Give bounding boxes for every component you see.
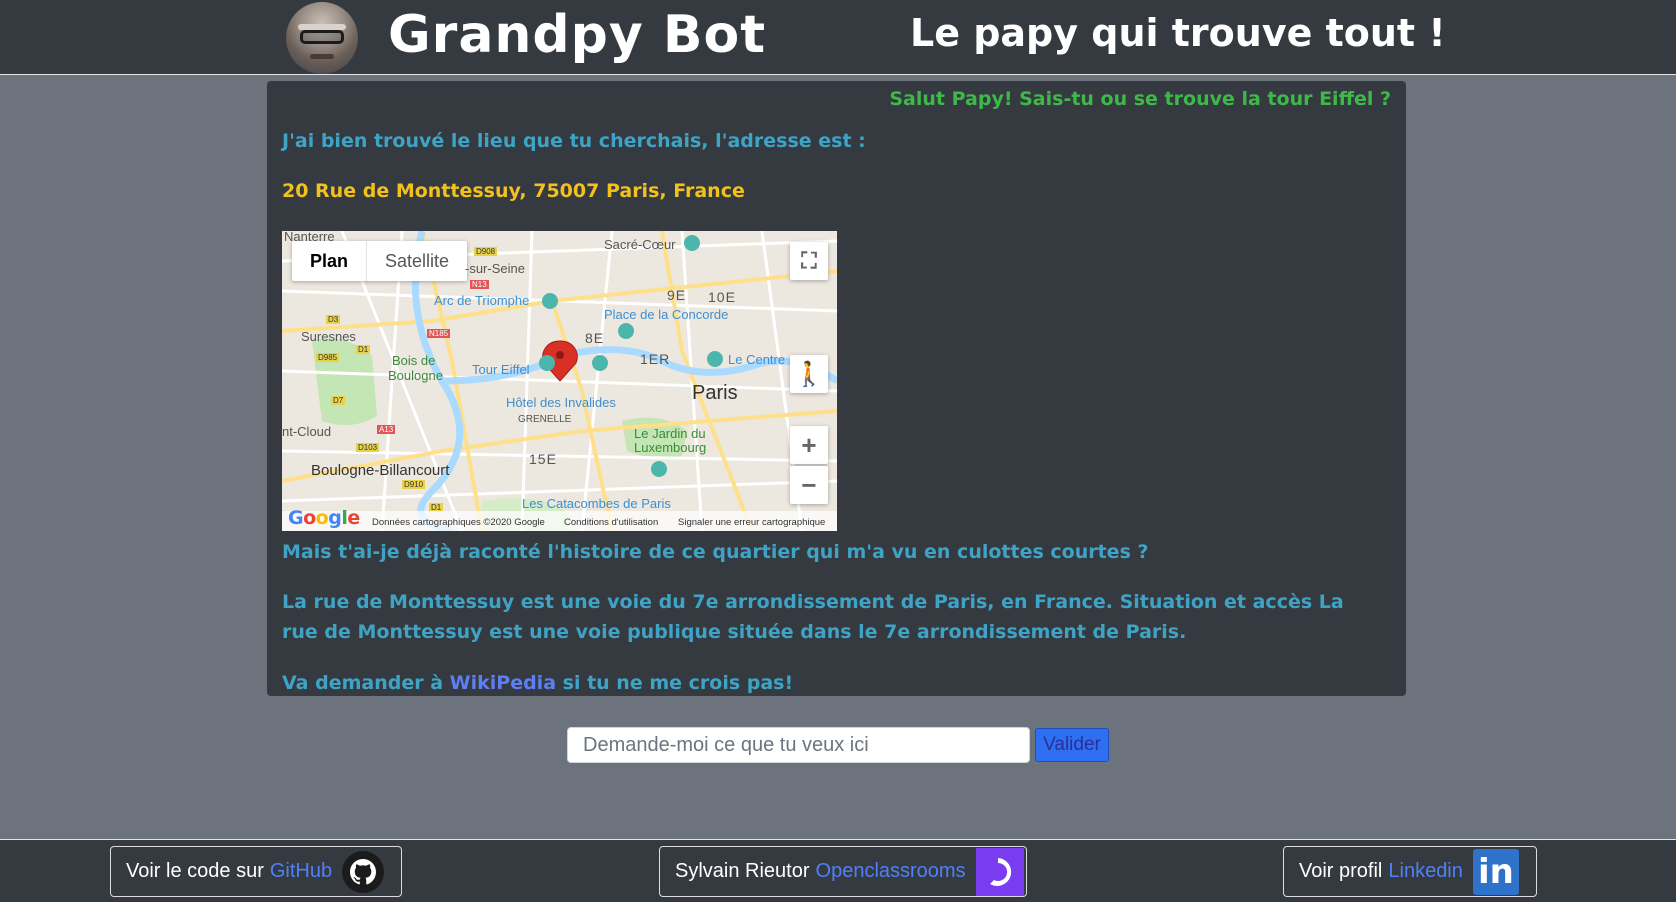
avatar-glasses <box>300 30 344 44</box>
map-label-arr-10: 10E <box>708 289 736 305</box>
map-label-arr-1: 1ER <box>640 351 671 367</box>
app-title: Grandpy Bot <box>388 5 767 65</box>
map-type-tabs: Plan Satellite <box>292 241 468 281</box>
openclassrooms-icon[interactable] <box>975 847 1024 896</box>
map-widget[interactable]: Plan Satellite ⛶ 🚶 + − Nanterre -sur-Sei… <box>282 231 837 531</box>
map-label-grenelle: GRENELLE <box>518 414 572 425</box>
map-label-invalides: Hôtel des Invalides <box>506 395 616 410</box>
road-shield-d3: D3 <box>326 315 341 324</box>
app-subtitle: Le papy qui trouve tout ! <box>910 11 1446 55</box>
map-report-link[interactable]: Signaler une erreur cartographique <box>678 517 825 528</box>
bot-address: 20 Rue de Monttessuy, 75007 Paris, Franc… <box>282 180 745 202</box>
road-shield-d7: D7 <box>331 396 346 405</box>
google-logo: Google <box>288 507 360 529</box>
map-label-catacombes: Les Catacombes de Paris <box>522 496 671 511</box>
map-label-bois: Bois de <box>392 353 436 368</box>
street-view-icon[interactable]: 🚶 <box>790 355 828 393</box>
github-icon[interactable] <box>342 850 385 893</box>
map-terms-link[interactable]: Conditions d'utilisation <box>564 517 658 528</box>
github-card[interactable]: Voir le code sur GitHub <box>110 846 402 897</box>
map-label-boulogne-bois: Boulogne <box>388 368 443 383</box>
map-label-jardin: Le Jardin du <box>634 426 706 441</box>
grandpa-avatar <box>286 2 358 74</box>
openclassrooms-link[interactable]: Openclassrooms <box>816 860 966 883</box>
bot-found-message: J'ai bien trouvé le lieu que tu cherchai… <box>282 130 866 152</box>
map-label-sacre-coeur: Sacré-Cœur <box>604 237 676 252</box>
bot-description: La rue de Monttessuy est une voie du 7e … <box>282 591 1344 643</box>
wiki-prefix: Va demander à <box>282 672 450 694</box>
map-label-arr-8: 8E <box>585 330 605 346</box>
map-label-paris: Paris <box>692 382 738 404</box>
wikipedia-link[interactable]: WikiPedia <box>450 672 556 694</box>
oc-name-text: Sylvain Rieutor <box>675 860 810 882</box>
map-label-arr-15: 15E <box>529 451 557 467</box>
linkedin-text: Voir profil <box>1299 860 1383 882</box>
map-label-cloud: nt-Cloud <box>282 424 332 439</box>
chat-panel: Salut Papy! Sais-tu ou se trouve la tour… <box>267 81 1406 696</box>
footer-bar: Voir le code sur GitHub Sylvain Rieutor … <box>0 839 1676 902</box>
map-data-credit: Données cartographiques ©2020 Google <box>372 517 545 528</box>
bot-story-intro: Mais t'ai-je déjà raconté l'histoire de … <box>282 541 1149 563</box>
road-shield-d1: D1 <box>356 345 371 354</box>
map-label-luxembourg: Luxembourg <box>634 440 707 455</box>
map-label-nanterre: Nanterre <box>284 231 335 244</box>
github-text: Voir le code sur <box>126 860 264 882</box>
linkedin-icon[interactable]: in <box>1472 848 1519 895</box>
map-label-sur-seine: -sur-Seine <box>465 261 525 276</box>
zoom-out-icon[interactable]: − <box>790 466 828 504</box>
road-shield-n185: N185 <box>427 329 451 338</box>
map-tab-satellite[interactable]: Satellite <box>367 241 467 281</box>
map-label-boulogne-billancourt: Boulogne-Billancourt <box>311 462 450 479</box>
wiki-suffix: si tu ne me crois pas! <box>556 672 794 694</box>
road-shield-d103: D103 <box>356 443 380 452</box>
road-shield-a13: A13 <box>377 425 396 434</box>
map-tab-plan[interactable]: Plan <box>292 241 368 281</box>
header-bar: Grandpy Bot Le papy qui trouve tout ! <box>0 0 1676 75</box>
map-label-concorde: Place de la Concorde <box>604 307 729 322</box>
user-message: Salut Papy! Sais-tu ou se trouve la tour… <box>889 88 1391 110</box>
github-link[interactable]: GitHub <box>270 860 332 883</box>
question-input[interactable] <box>567 727 1030 763</box>
bot-wiki-line: Va demander à WikiPedia si tu ne me croi… <box>282 668 793 698</box>
map-label-arr-9: 9E <box>667 287 687 303</box>
fullscreen-icon[interactable]: ⛶ <box>790 242 828 280</box>
road-shield-n13: N13 <box>470 280 489 289</box>
road-shield-d908: D908 <box>474 247 498 256</box>
map-label-arc: Arc de Triomphe <box>434 293 530 308</box>
road-shield-d985: D985 <box>316 353 340 362</box>
road-shield-d910: D910 <box>402 480 426 489</box>
linkedin-link[interactable]: Linkedin <box>1388 860 1463 883</box>
map-label-tour-eiffel: Tour Eiffel <box>472 362 530 377</box>
map-label-centre: Le Centre <box>728 352 786 367</box>
openclassrooms-card[interactable]: Sylvain Rieutor Openclassrooms <box>659 846 1027 897</box>
linkedin-card[interactable]: Voir profil Linkedin in <box>1283 846 1537 897</box>
avatar-mouth <box>310 54 334 59</box>
map-label-suresnes: Suresnes <box>301 329 356 344</box>
zoom-in-icon[interactable]: + <box>790 426 828 464</box>
submit-button[interactable]: Valider <box>1035 728 1109 762</box>
